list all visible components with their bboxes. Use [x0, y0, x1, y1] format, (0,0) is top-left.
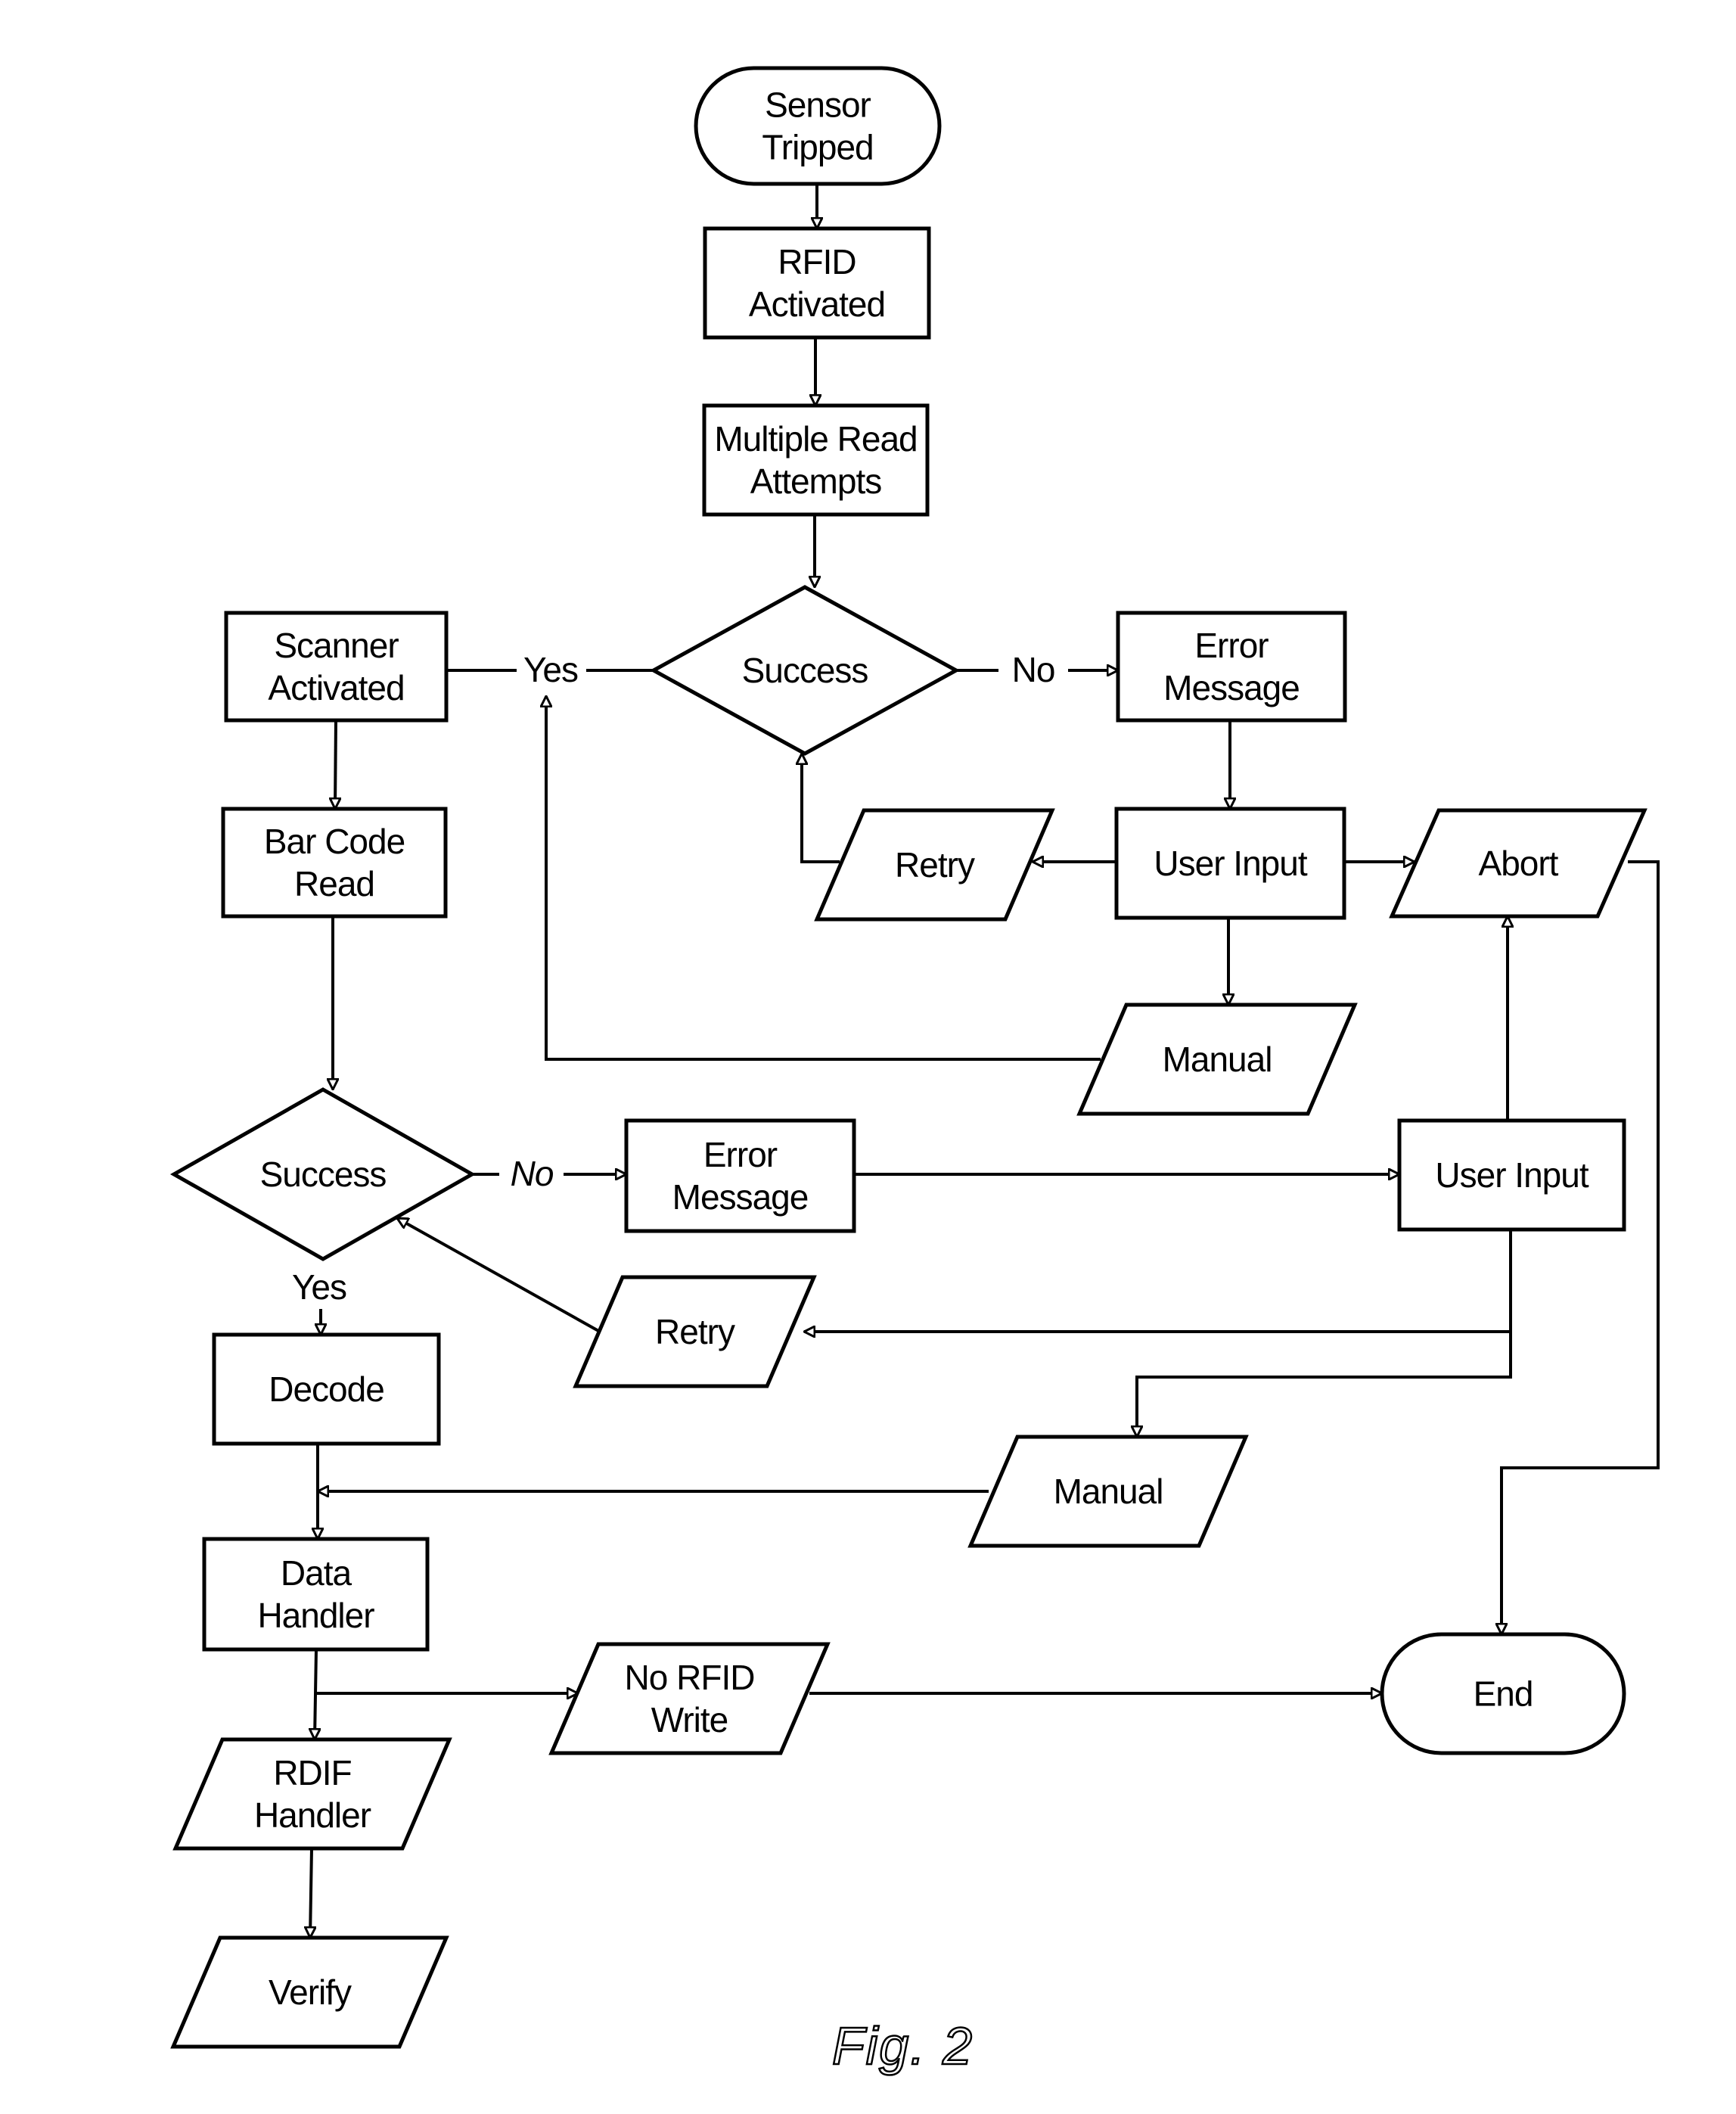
node-bar-code-read: Bar CodeRead	[221, 807, 448, 919]
flowchart-diagram: SensorTrippedRFIDActivatedMultiple ReadA…	[169, 66, 1660, 2076]
node-multiple-read-attempts: Multiple ReadAttempts	[702, 403, 930, 517]
node-retry-rfid: Retry	[814, 808, 1055, 922]
figure-caption: Fig. 2	[832, 2016, 974, 2075]
node-no-rfid-write: No RFIDWrite	[548, 1642, 831, 1755]
node-label-line: Handler	[254, 1795, 371, 1835]
node-verify: Verify	[170, 1935, 449, 2049]
node-end: End	[1380, 1632, 1626, 1755]
node-label-line: Abort	[1479, 844, 1559, 883]
node-label-line: Multiple Read	[714, 419, 917, 459]
node-user-input-barcode: User Input	[1397, 1118, 1626, 1232]
node-label-line: Error	[1194, 626, 1269, 665]
node-abort: Abort	[1389, 808, 1647, 919]
node-rdif-handler: RDIFHandler	[172, 1737, 452, 1851]
node-manual-barcode: Manual	[967, 1435, 1249, 1548]
node-decode: Decode	[212, 1332, 441, 1446]
node-manual-rfid: Manual	[1076, 1003, 1358, 1116]
nodes-layer: SensorTrippedRFIDActivatedMultiple ReadA…	[169, 66, 1647, 2049]
node-label-line: Decode	[269, 1369, 384, 1409]
edge-label-yes-rfid: Yes	[523, 650, 578, 689]
node-label-line: RFID	[778, 242, 856, 281]
node-label-line: End	[1474, 1674, 1533, 1714]
node-label-line: Message	[1163, 668, 1300, 707]
node-label-line: User Input	[1154, 844, 1307, 883]
edge-label-yes-barcode: Yes	[292, 1267, 346, 1307]
node-error-message-barcode: ErrorMessage	[624, 1118, 856, 1233]
node-success-rfid: Success	[649, 585, 961, 756]
node-retry-barcode: Retry	[573, 1275, 817, 1388]
node-label-line: Attempts	[750, 462, 882, 501]
node-scanner-activated: ScannerActivated	[224, 611, 449, 723]
edge-label-no-barcode: No	[511, 1154, 554, 1193]
node-label-line: Tripped	[762, 128, 873, 167]
node-label-line: No RFID	[625, 1658, 755, 1697]
edge-data-handler-to-rdif-handler	[315, 1649, 316, 1739]
node-label-line: Bar Code	[264, 822, 405, 861]
node-label-line: Sensor	[765, 85, 871, 125]
node-error-message-rfid: ErrorMessage	[1116, 611, 1347, 723]
node-label-line: Message	[672, 1177, 809, 1217]
node-label-line: Retry	[655, 1312, 735, 1351]
node-label-line: Success	[742, 651, 868, 690]
node-label-line: Activated	[749, 284, 885, 324]
node-label-line: Data	[281, 1553, 352, 1593]
edge-rdif-handler-to-verify	[310, 1848, 312, 1938]
edge-user-input-barcode-to-manual-barcode	[1137, 1332, 1512, 1437]
node-label-line: Read	[294, 864, 374, 903]
edge-abort-to-end	[1502, 860, 1660, 1634]
node-label-line: Manual	[1054, 1472, 1163, 1511]
edge-scanner-activated-to-bar-code-read	[335, 720, 336, 809]
node-user-input-rfid: User Input	[1114, 807, 1346, 920]
edge-retry-rfid-to-success-rfid	[802, 754, 840, 863]
node-label-line: Manual	[1163, 1040, 1272, 1079]
edge-user-input-barcode-to-retry-barcode	[804, 1230, 1512, 1332]
node-rfid-activated: RFIDActivated	[703, 226, 931, 340]
node-label-line: Write	[651, 1700, 728, 1739]
node-sensor-tripped: SensorTripped	[694, 66, 942, 186]
node-label-line: Verify	[269, 1973, 352, 2012]
node-label-line: Success	[260, 1155, 387, 1194]
node-data-handler: DataHandler	[202, 1537, 430, 1652]
node-label-line: Handler	[257, 1596, 374, 1635]
node-label-line: Scanner	[274, 626, 399, 665]
node-label-line: RDIF	[273, 1753, 351, 1792]
node-label-line: Error	[703, 1135, 778, 1174]
edge-retry-barcode-to-success-barcode	[397, 1217, 601, 1333]
node-label-line: User Input	[1435, 1155, 1588, 1195]
node-label-line: Activated	[268, 668, 404, 707]
node-label-line: Retry	[895, 845, 975, 884]
edge-label-no-rfid: No	[1012, 650, 1055, 689]
